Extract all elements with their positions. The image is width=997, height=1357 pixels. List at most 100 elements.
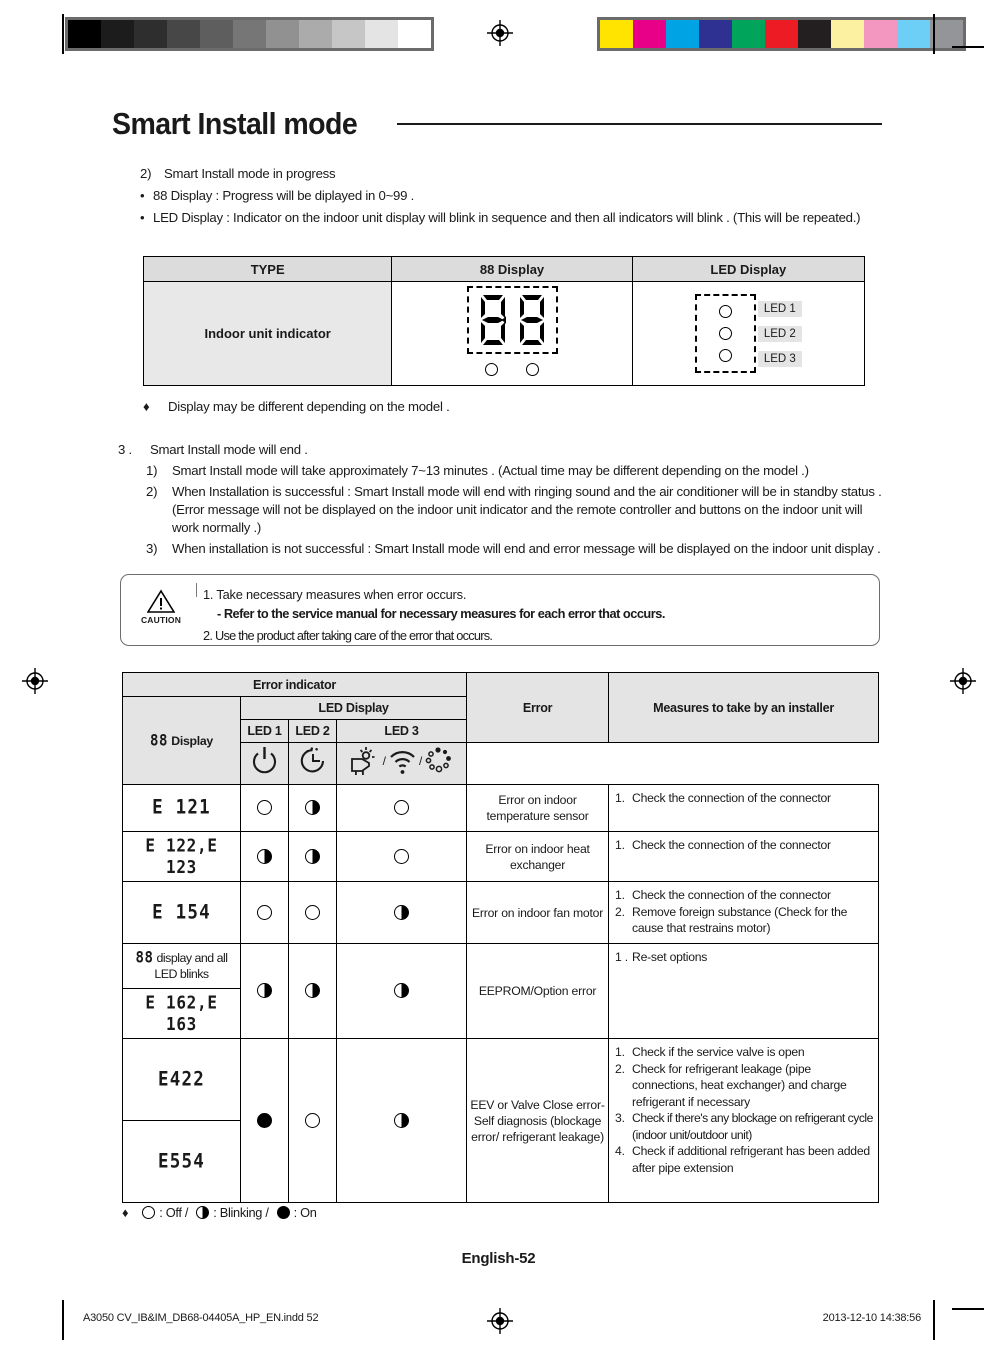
list-marker: 1)	[146, 463, 158, 478]
measure-text: Check if the service valve is open	[632, 1045, 805, 1059]
title-divider	[397, 123, 882, 125]
col-header-led3: LED 3	[335, 719, 468, 743]
measure-item: 4. Check if additional refrigerant has be…	[615, 1143, 873, 1176]
seven-segment-digit-2	[519, 295, 544, 345]
col-header-led-display: LED Display	[631, 256, 866, 282]
led3-state-cell	[335, 1038, 468, 1203]
registration-mark-bottom	[487, 1308, 513, 1334]
blink-note: 88 display and all LED blinks	[125, 946, 238, 986]
section-3: 3 . Smart Install mode will end . 1) Sma…	[118, 441, 888, 560]
col-header-led1: LED 1	[240, 719, 289, 743]
led-state-legend: ♦ : Off / : Blinking / : On	[122, 1205, 317, 1220]
led-state-dot-blink	[394, 983, 410, 999]
list-item-bullet-led: • LED Display : Indicator on the indoor …	[140, 209, 885, 227]
list-text: LED Display : Indicator on the indoor un…	[153, 210, 861, 225]
crop-tick-bottom-right	[933, 1300, 935, 1340]
measure-item: 1. Check the connection of the connector	[615, 887, 873, 904]
measure-text: Check the connection of the connector	[632, 791, 831, 805]
caution-icon-group: CAUTION	[135, 589, 187, 625]
error-code-text: E 154	[152, 901, 211, 924]
led2-state-cell	[288, 943, 337, 1039]
led1-state-cell	[240, 881, 289, 944]
crop-tick-bottom-left	[62, 1300, 64, 1340]
document-page: Smart Install mode 2) Smart Install mode…	[0, 0, 997, 1357]
list-marker: 2)	[146, 484, 158, 499]
led-label-group: LED 1 LED 2 LED 3	[757, 300, 802, 367]
error-code-table: Error indicator Error Measures to take b…	[121, 672, 880, 1203]
led-state-dot-off	[257, 904, 272, 920]
error-code-cell: E 154	[122, 881, 241, 944]
measure-number: 1.	[615, 791, 625, 805]
caution-divider	[196, 583, 197, 597]
legend-dot-blinking	[196, 1206, 210, 1219]
led3-icon-group: / /	[349, 746, 455, 776]
measure-number: 1.	[615, 1045, 625, 1059]
measures-cell: 1. Check the connection of the connector …	[608, 881, 880, 944]
seg-display-group	[466, 286, 558, 376]
measure-text: Check if additional refrigerant has been…	[632, 1144, 870, 1175]
error-code-text: E 121	[152, 796, 211, 820]
caution-line-1: 1. Take necessary measures when error oc…	[203, 587, 467, 602]
error-description-cell: Error on indoor temperature sensor	[466, 784, 610, 832]
measures-cell: 1. Check if the service valve is open 2. C…	[608, 1038, 880, 1203]
error-code-text: E422	[158, 1068, 205, 1091]
measure-item: 3. Check if there's any blockage on refri…	[615, 1110, 873, 1143]
error-code-cell: E 121	[122, 784, 241, 832]
led2-icon-cell	[288, 742, 337, 785]
list-item: 2) When Installation is successful : Sma…	[146, 483, 888, 537]
table-row-e121: E 121 Error on indoor temperature sensor…	[122, 784, 880, 832]
led3-state-cell	[335, 881, 468, 944]
table-header-row-1: Error indicator Error Measures to take b…	[121, 672, 880, 743]
table-row-eeprom-a: 88 display and all LED blinks EEPROM/Opt…	[122, 943, 880, 1039]
intro-list: 2) Smart Install mode in progress • 88 D…	[140, 165, 885, 229]
led3-state-cell	[335, 943, 468, 1039]
measure-text: Remove foreign substance (Check for the …	[632, 904, 848, 936]
led-state-dot-blink	[394, 904, 410, 920]
page-title: Smart Install mode	[112, 106, 358, 141]
led-state-dot-blink	[257, 848, 272, 864]
led-state-dot-off	[305, 904, 320, 920]
list-item-bullet-88: • 88 Display : Progress will be diplayed…	[140, 187, 885, 205]
col-header-88-display: 88 Display	[122, 696, 241, 785]
list-item-2: 2) Smart Install mode in progress	[140, 165, 885, 183]
section-3-items: 1) Smart Install mode will take approxim…	[118, 462, 888, 558]
source-file-name: A3050 CV_IB&IM_DB68-04405A_HP_EN.indd 52	[83, 1312, 319, 1324]
model-note: ♦ Display may be different depending on …	[143, 398, 883, 416]
led-state-dot-off	[394, 848, 410, 864]
section-heading-text: Smart Install mode will end .	[150, 442, 308, 457]
caution-box: CAUTION 1. Take necessary measures when …	[120, 574, 880, 646]
legend-label-blinking: : Blinking /	[213, 1205, 269, 1220]
model-note-text: Display may be different depending on th…	[168, 399, 450, 414]
indicator-dot-left	[485, 363, 498, 376]
legend-label-off: : Off /	[159, 1205, 189, 1220]
led-circle-2	[718, 327, 732, 340]
led-state-dot-on	[257, 1112, 272, 1128]
warning-triangle-icon	[147, 589, 175, 613]
table-row: Indoor unit indicator LED 1 LED 2 LED 3	[142, 281, 866, 386]
bullet-marker: •	[140, 210, 145, 225]
measure-text: Check the connection of the connector	[632, 838, 831, 852]
error-code-cell: E554	[122, 1120, 241, 1203]
table-row-eev-a: E422 EEV or Valve Close error-Self diagn…	[122, 1038, 880, 1203]
measure-number: 1.	[615, 838, 625, 852]
col-header-error-indicator: Error indicator	[121, 672, 468, 697]
led1-state-cell	[240, 1038, 289, 1203]
error-code-cell: E422	[122, 1038, 241, 1121]
led3-state-cell	[335, 831, 468, 882]
diamond-icon: ♦	[143, 399, 150, 414]
power-icon	[252, 747, 277, 774]
led-state-dot-off	[305, 1112, 320, 1128]
separator-slash: /	[419, 754, 423, 768]
list-item: 3) When installation is not successful :…	[146, 540, 888, 558]
led-state-dot-blink	[305, 848, 320, 864]
registration-mark-right	[950, 668, 976, 694]
led-circle-1	[718, 305, 732, 318]
bullet-marker: •	[140, 188, 145, 203]
measure-number: 4.	[615, 1144, 625, 1158]
caution-line-3: 2. Use the product after taking care of …	[203, 628, 493, 643]
legend-dot-on	[276, 1206, 290, 1219]
seven-segment-digit-1	[480, 295, 506, 345]
error-code-cell-blink-note: 88 display and all LED blinks	[122, 943, 241, 989]
col-header-type: TYPE	[142, 256, 393, 282]
led2-state-cell	[288, 1038, 337, 1203]
